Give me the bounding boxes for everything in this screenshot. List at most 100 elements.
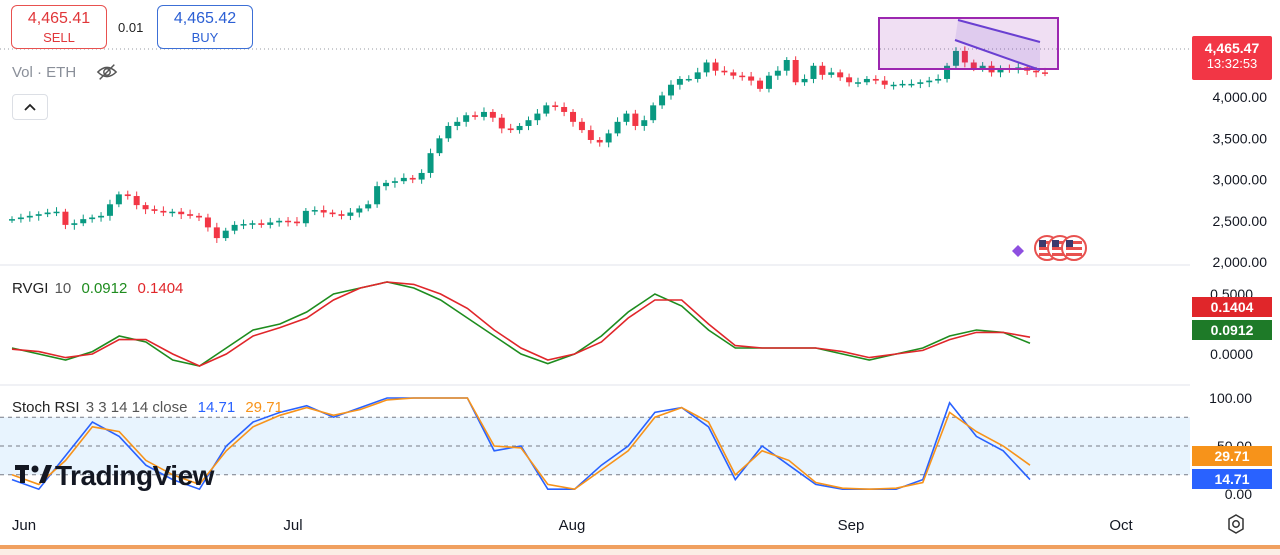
candle-body xyxy=(187,214,194,216)
candle-body xyxy=(44,212,51,215)
buy-price: 4,465.42 xyxy=(173,10,237,27)
candle-body xyxy=(98,215,105,218)
stoch-d-tag: 29.71 xyxy=(1192,446,1272,466)
candle-body xyxy=(160,210,167,213)
collapse-chevron-button[interactable] xyxy=(12,94,48,120)
candle-body xyxy=(676,78,683,85)
candle-body xyxy=(1042,72,1048,74)
candle-body xyxy=(587,130,594,140)
rvgi-name: RVGI xyxy=(12,280,49,297)
candle-body xyxy=(854,82,861,84)
candle-body xyxy=(525,120,532,126)
candle-body xyxy=(480,111,487,117)
rvgi-red-tag: 0.1404 xyxy=(1192,297,1272,317)
rvgi-legend[interactable]: RVGI 10 0.0912 0.1404 xyxy=(12,280,189,297)
candle-body xyxy=(899,83,906,86)
stoch-k-tag: 14.71 xyxy=(1192,469,1272,489)
candle-body xyxy=(721,70,728,73)
candle-body xyxy=(115,194,122,205)
volume-label: Vol · ETH xyxy=(12,64,77,81)
stoch-params: 3 3 14 14 close xyxy=(85,399,188,416)
candle-body xyxy=(685,78,692,81)
buy-button[interactable]: 4,465.42 BUY xyxy=(157,5,253,49)
candle-body xyxy=(667,84,674,96)
candle-body xyxy=(659,95,666,106)
candle-body xyxy=(106,204,113,216)
candle-body xyxy=(258,223,265,225)
candle-body xyxy=(890,84,897,87)
stoch-d-value: 29.71 xyxy=(245,399,283,416)
candle-body xyxy=(917,82,924,84)
chart-frame: 4,000.00 3,500.00 3,000.00 2,500.00 2,000.00… xyxy=(0,0,1280,549)
stoch-axis-label: 100.00 xyxy=(1209,390,1252,406)
candle-body xyxy=(908,83,915,86)
candle-body xyxy=(445,125,452,139)
time-axis-label: Jul xyxy=(283,517,302,534)
last-price-tag: 4,465.47 13:32:53 xyxy=(1192,36,1272,80)
buy-label: BUY xyxy=(191,30,219,45)
event-star-icon[interactable] xyxy=(1012,245,1024,257)
candle-body xyxy=(231,224,238,231)
candle-body xyxy=(26,215,33,218)
candle-body xyxy=(463,115,470,122)
candle-body xyxy=(293,221,300,224)
candle-body xyxy=(204,217,211,228)
rvgi-green-tag: 0.0912 xyxy=(1192,320,1272,340)
candle-body xyxy=(311,210,318,212)
candle-body xyxy=(641,120,648,126)
tradingview-logo[interactable]: TradingView xyxy=(15,460,214,492)
candle-body xyxy=(374,186,381,205)
rvgi-red-value: 0.1404 xyxy=(137,280,184,297)
candle-body xyxy=(650,105,657,121)
candle-body xyxy=(739,75,746,78)
candle-body xyxy=(863,78,870,83)
candle-body xyxy=(213,227,220,239)
candle-body xyxy=(694,72,701,79)
candle-body xyxy=(926,80,933,83)
candle-body xyxy=(142,205,149,210)
candle-body xyxy=(178,211,185,215)
candle-body xyxy=(409,177,416,180)
candle-body xyxy=(249,223,256,225)
candle-body xyxy=(605,133,612,143)
candle-body xyxy=(819,65,826,75)
candle-body xyxy=(418,172,425,180)
candle-body xyxy=(383,182,390,187)
candle-body xyxy=(196,215,203,218)
stoch-legend[interactable]: Stoch RSI 3 3 14 14 close 14.71 29.71 xyxy=(12,399,289,416)
candle-body xyxy=(507,128,514,131)
candle-body xyxy=(124,194,131,197)
stoch-name: Stoch RSI xyxy=(12,399,80,416)
candle-body xyxy=(320,210,327,213)
candle-body xyxy=(35,214,42,216)
candle-body xyxy=(365,204,372,209)
candle-body xyxy=(53,211,60,214)
us-flag-canton xyxy=(1066,240,1073,247)
us-flag-canton xyxy=(1052,240,1059,247)
candle-body xyxy=(498,117,505,129)
candle-body xyxy=(17,217,24,220)
spread-value: 0.01 xyxy=(118,20,144,35)
eye-hidden-icon[interactable] xyxy=(96,62,118,82)
stoch-k-value: 14.71 xyxy=(197,399,236,416)
candle-body xyxy=(427,153,434,173)
price-axis-label: 3,500.00 xyxy=(1213,130,1268,146)
price-axis-label: 2,000.00 xyxy=(1213,254,1268,270)
sell-button[interactable]: 4,465.41 SELL xyxy=(11,5,107,49)
candle-body xyxy=(623,113,630,122)
candle-body xyxy=(151,209,158,211)
tradingview-mark-icon xyxy=(15,461,55,492)
time-axis-label: Jun xyxy=(12,517,36,534)
candle-body xyxy=(828,72,835,75)
candle-body xyxy=(472,115,479,117)
candle-body xyxy=(561,106,568,112)
candle-body xyxy=(71,223,78,225)
settings-gear-icon[interactable] xyxy=(1226,514,1246,534)
candle-body xyxy=(748,76,755,81)
candle-body xyxy=(578,121,585,131)
price-axis-label: 2,500.00 xyxy=(1213,213,1268,229)
last-price-value: 4,465.47 xyxy=(1204,40,1260,56)
candle-body xyxy=(534,113,541,121)
candle-body xyxy=(614,121,621,134)
candle-body xyxy=(133,196,140,206)
